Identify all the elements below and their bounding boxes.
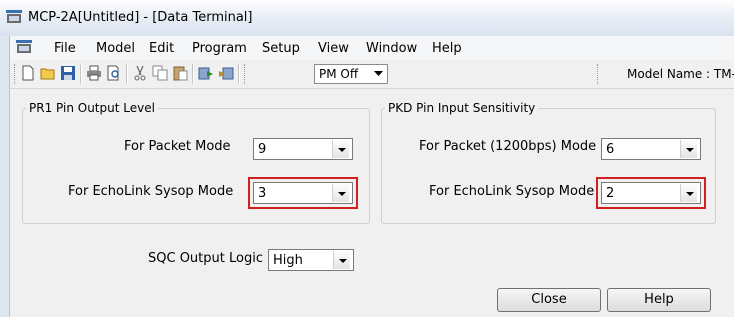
toolbar-separator: [80, 64, 82, 84]
menu-setup[interactable]: Setup: [262, 41, 300, 56]
open-folder-icon[interactable]: [40, 65, 56, 81]
menu-model[interactable]: Model: [96, 41, 135, 56]
chevron-down-icon: [374, 71, 383, 76]
chevron-down-icon[interactable]: [333, 251, 350, 269]
pr1-group-title: PR1 Pin Output Level: [26, 101, 158, 115]
document-icon[interactable]: [16, 40, 32, 54]
pkd-echolink-label: For EchoLink Sysop Mode: [429, 184, 595, 199]
chevron-down-icon[interactable]: [680, 184, 697, 202]
pr1-packet-select[interactable]: 9: [253, 138, 353, 160]
toolbar-grip[interactable]: [244, 64, 248, 84]
read-radio-icon[interactable]: [198, 65, 214, 81]
pkd-packet-label: For Packet (1200bps) Mode: [419, 139, 597, 154]
cut-icon[interactable]: [132, 65, 148, 81]
paste-icon[interactable]: [172, 65, 188, 81]
chevron-down-icon[interactable]: [332, 184, 349, 202]
new-file-icon[interactable]: [20, 65, 36, 81]
pr1-echolink-select[interactable]: 3: [253, 182, 353, 204]
toolbar-separator: [192, 64, 194, 84]
pr1-packet-label: For Packet Mode: [124, 139, 231, 154]
pkd-packet-select[interactable]: 6: [601, 138, 701, 160]
print-icon[interactable]: [86, 65, 102, 81]
copy-icon[interactable]: [152, 65, 168, 81]
toolbar-separator: [126, 64, 128, 84]
title-bar: MCP-2A[Untitled] - [Data Terminal]: [0, 0, 734, 37]
app-window: MCP-2A[Untitled] - [Data Terminal] File …: [0, 0, 734, 317]
write-radio-icon[interactable]: [218, 65, 234, 81]
app-icon: [6, 10, 22, 23]
sqc-label: SQC Output Logic: [148, 251, 263, 266]
save-icon[interactable]: [60, 65, 76, 81]
sqc-value: High: [273, 253, 303, 268]
toolbar-separator: [238, 64, 240, 84]
pkd-echolink-select[interactable]: 2: [601, 182, 701, 204]
chevron-down-icon[interactable]: [680, 140, 697, 158]
toolbar-grip: [597, 64, 601, 84]
pr1-packet-value: 9: [258, 142, 267, 157]
close-button[interactable]: Close: [497, 288, 601, 312]
menu-file[interactable]: File: [54, 41, 76, 56]
model-name-label: Model Name : TM-: [627, 67, 734, 81]
chevron-down-icon[interactable]: [332, 140, 349, 158]
sqc-select[interactable]: High: [268, 249, 354, 271]
pm-select-value: PM Off: [319, 67, 359, 81]
pr1-echolink-label: For EchoLink Sysop Mode: [68, 184, 234, 199]
pkd-group-title: PKD Pin Input Sensitivity: [385, 101, 539, 115]
menu-window[interactable]: Window: [366, 41, 417, 56]
pm-select[interactable]: PM Off: [314, 64, 388, 84]
menu-view[interactable]: View: [318, 41, 349, 56]
print-preview-icon[interactable]: [106, 65, 122, 81]
window-frame-left: [0, 36, 10, 317]
toolbar-grip[interactable]: [14, 64, 18, 84]
menu-edit[interactable]: Edit: [149, 41, 174, 56]
pkd-packet-value: 6: [606, 142, 615, 157]
window-title: MCP-2A[Untitled] - [Data Terminal]: [28, 10, 253, 25]
menu-help[interactable]: Help: [432, 41, 462, 56]
help-button[interactable]: Help: [607, 288, 711, 312]
pr1-echolink-value: 3: [258, 186, 267, 201]
pkd-echolink-value: 2: [606, 186, 615, 201]
menu-program[interactable]: Program: [192, 41, 247, 56]
